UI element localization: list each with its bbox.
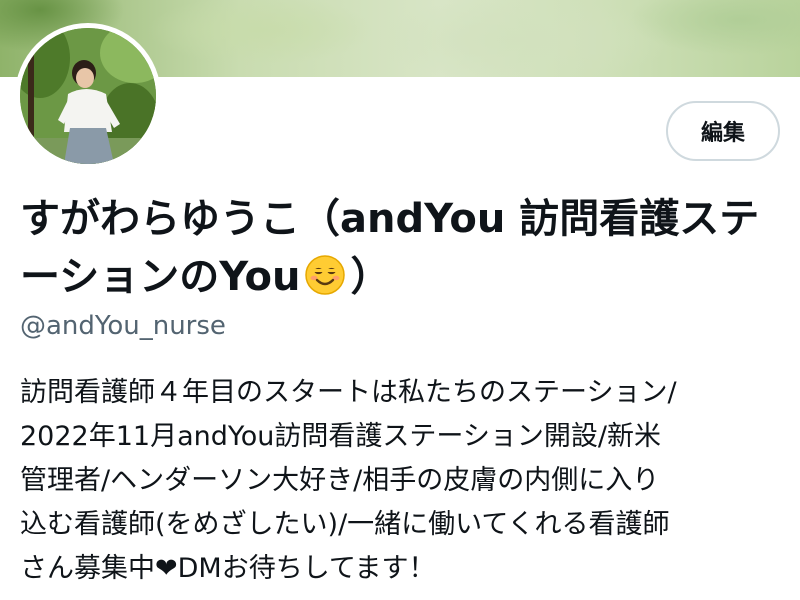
profile-bio: 訪問看護師４年目のスタートは私たちのステーション/ 2022年11月andYou… — [20, 371, 790, 591]
display-name: すがわらゆうこ（andYou 訪問看護ステーションのYou ） — [20, 190, 790, 306]
bio-line-4: 込む看護師(をめざしたい)/一緒に働いてくれる看護師 — [20, 509, 670, 540]
bio-line-5-suffix: DMお待ちしてます！ — [177, 553, 436, 584]
bio-line-5: さん募集中❤DMお待ちしてます！ — [20, 547, 790, 591]
display-name-close: ） — [350, 254, 391, 300]
edit-profile-button[interactable]: 編集 — [666, 101, 780, 161]
bio-line-2: 2022年11月andYou訪問看護ステーション開設/新米 — [20, 421, 661, 452]
heart-icon: ❤ — [155, 553, 178, 584]
bio-line-1: 訪問看護師４年目のスタートは私たちのステーション/ — [20, 377, 677, 408]
bio-line-3: 管理者/ヘンダーソン大好き/相手の皮膚の内側に入り — [20, 465, 660, 496]
avatar[interactable] — [20, 28, 156, 164]
avatar-photo — [20, 28, 156, 164]
bio-line-5-prefix: さん募集中 — [20, 553, 155, 584]
profile-page: 編集 すがわらゆうこ（andYou 訪問看護ステーションのYou ） @andY… — [0, 0, 800, 600]
smiling-face-emoji-icon — [305, 255, 346, 295]
user-handle: @andYou_nurse — [20, 311, 226, 341]
